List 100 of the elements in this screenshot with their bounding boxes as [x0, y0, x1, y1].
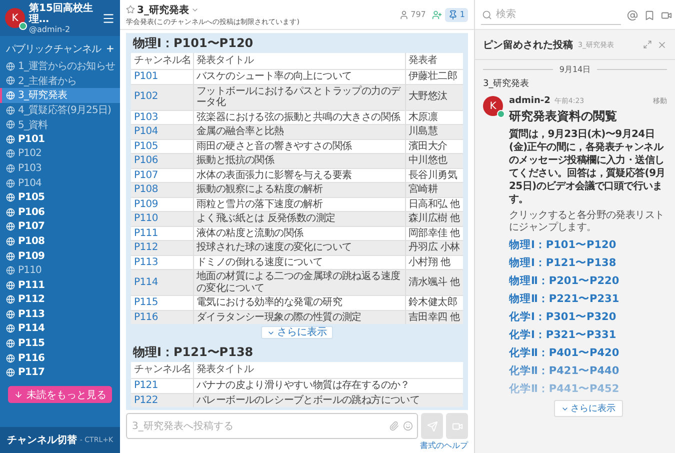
member-button[interactable]: 797	[396, 8, 429, 22]
show-more-button[interactable]: さらに表示	[554, 400, 622, 417]
channel-item[interactable]: P114	[0, 322, 120, 336]
channel-item[interactable]: P106	[0, 204, 120, 220]
table-cell: 森川広樹 他	[405, 212, 463, 226]
add-channel-button[interactable]: +	[106, 43, 114, 55]
globe-icon	[6, 354, 15, 363]
globe-icon	[6, 368, 15, 378]
globe-icon	[6, 266, 15, 276]
channel-item[interactable]: 3_研究発表	[0, 88, 120, 103]
channel-item[interactable]: P112	[0, 292, 120, 308]
channel-link[interactable]: P122	[131, 393, 193, 407]
post-text: 質問は，9月23日(木)〜9月24日(金)正午の間に，各発表チャンネルのメッセージ投稿欄に入力・送信してください。回答は，質疑応答(9月25日)のビデオ会議で口頭で行います。	[509, 128, 666, 206]
channel-item[interactable]: P113	[0, 307, 120, 322]
channel-link[interactable]: P102	[131, 84, 193, 110]
table-cell: 清水颯斗 他	[405, 270, 463, 296]
table-cell: 雨田の硬さと音の響きやすさの関係	[193, 139, 405, 154]
date-separator: 9月14日	[559, 64, 591, 75]
avatar[interactable]: K	[5, 8, 25, 28]
video-icon	[661, 10, 672, 20]
table-cell: 木原凛	[405, 110, 463, 124]
column-header: 発表タイトル	[193, 362, 463, 378]
channel-link[interactable]: P112	[131, 240, 193, 255]
channel-item[interactable]: P111	[0, 278, 120, 292]
table-cell: 濱田大介	[405, 139, 463, 154]
channel-item[interactable]: P115	[0, 336, 120, 351]
channel-link[interactable]: P105	[131, 139, 193, 154]
channel-link[interactable]: P106	[131, 154, 193, 168]
globe-icon	[6, 295, 15, 304]
channel-item[interactable]: 1_運営からのお知らせ	[0, 59, 120, 74]
switcher-label: チャンネル切替	[6, 434, 77, 447]
section-link[interactable]: 物理Ⅰ：P121〜P138	[509, 254, 667, 272]
section-link[interactable]: 物理Ⅱ：P201〜P220	[509, 272, 667, 290]
channel-link[interactable]: P101	[131, 70, 193, 84]
channel-link[interactable]: P111	[131, 226, 193, 240]
channel-link[interactable]: P109	[131, 197, 193, 212]
channel-item[interactable]: P109	[0, 248, 120, 264]
channel-item[interactable]: P107	[0, 220, 120, 234]
channel-item[interactable]: 4_質疑応答(9月25日)	[0, 102, 120, 118]
channel-item[interactable]: 5_資料	[0, 117, 120, 132]
close-icon	[657, 40, 667, 50]
table-cell: 鈴木健太郎	[405, 296, 463, 310]
channel-item[interactable]: P116	[0, 350, 120, 366]
globe-icon	[6, 252, 15, 261]
show-more-button[interactable]: さらに表示	[261, 326, 333, 339]
globe-icon	[6, 193, 15, 202]
channel-link[interactable]: P116	[131, 310, 193, 324]
table-cell: 吉田幸四 他	[405, 310, 463, 324]
paperclip-icon	[389, 421, 399, 431]
table-cell: 水体の表面張力に影響を与える要素	[193, 168, 405, 182]
channel-item[interactable]: P108	[0, 234, 120, 249]
section-link[interactable]: 化学Ⅱ：P401〜P420	[509, 344, 667, 362]
section-link[interactable]: 化学Ⅰ：P301〜P320	[509, 308, 667, 326]
pinned-button[interactable]: 1	[444, 8, 468, 22]
section-link[interactable]: 化学Ⅱ：P421〜P440	[509, 362, 667, 380]
at-sign-icon	[627, 10, 638, 20]
channel-item[interactable]: P101	[0, 132, 120, 147]
channel-link[interactable]: P110	[131, 212, 193, 226]
status-dot	[497, 110, 505, 118]
channel-item[interactable]: P104	[0, 176, 120, 190]
channel-item[interactable]: 2_主催者から	[0, 74, 120, 88]
table-cell: フットボールにおけるパスとトラップの力のデータ化	[193, 84, 405, 110]
send-button[interactable]	[421, 413, 443, 439]
post-heading: 研究発表資料の閲覧	[509, 108, 618, 125]
channel-link[interactable]: P115	[131, 296, 193, 310]
post-note: クリックすると各分野の発表リストにジャンプします。	[509, 210, 666, 234]
channel-item[interactable]: P117	[0, 365, 120, 380]
section-link[interactable]: 化学Ⅰ：P321〜P331	[509, 326, 667, 344]
arrow-down-icon	[14, 390, 22, 400]
search-field[interactable]: 検索	[481, 5, 621, 25]
channel-link[interactable]: P108	[131, 182, 193, 197]
table-cell: 電気における効率的な発電の研究	[193, 296, 405, 310]
more-unread-button[interactable]: 未読をもっと見る	[8, 386, 112, 404]
channel-link[interactable]: P121	[131, 378, 193, 393]
globe-icon	[6, 222, 15, 232]
channel-link[interactable]: P114	[131, 270, 193, 296]
table-cell: 地面の材質による二つの金属球の跳ね返る速度の変化について	[193, 270, 405, 296]
table-cell: 金属の融合率と比熱	[193, 124, 405, 139]
section-link[interactable]: 物理Ⅱ：P221〜P231	[509, 290, 667, 308]
channel-link[interactable]: P107	[131, 168, 193, 182]
channel-title[interactable]: 3_研究発表	[137, 2, 189, 16]
help-link[interactable]: 書式のヘルプ	[414, 439, 474, 453]
column-header: 発表者	[405, 53, 463, 70]
send-icon	[426, 420, 438, 432]
globe-icon	[6, 236, 15, 246]
channel-item[interactable]: P103	[0, 161, 120, 176]
table-cell: 投球された球の速度の変化について	[193, 240, 405, 255]
channel-item[interactable]: P110	[0, 263, 120, 278]
star-icon	[126, 5, 135, 14]
table-cell: 振動の観察による粘度の解析	[193, 182, 405, 197]
message-input[interactable]: 3_研究発表へ投稿する	[126, 413, 418, 439]
section-link[interactable]: 物理Ⅰ：P101〜P120	[509, 236, 667, 254]
team-name: 第15回高校生理…	[29, 2, 94, 24]
channel-item[interactable]: P102	[0, 146, 120, 162]
channel-link[interactable]: P103	[131, 110, 193, 124]
globe-icon	[6, 324, 15, 334]
channel-link[interactable]: P113	[131, 255, 193, 270]
channel-link[interactable]: P104	[131, 124, 193, 139]
video-button[interactable]	[446, 413, 468, 439]
channel-item[interactable]: P105	[0, 190, 120, 205]
